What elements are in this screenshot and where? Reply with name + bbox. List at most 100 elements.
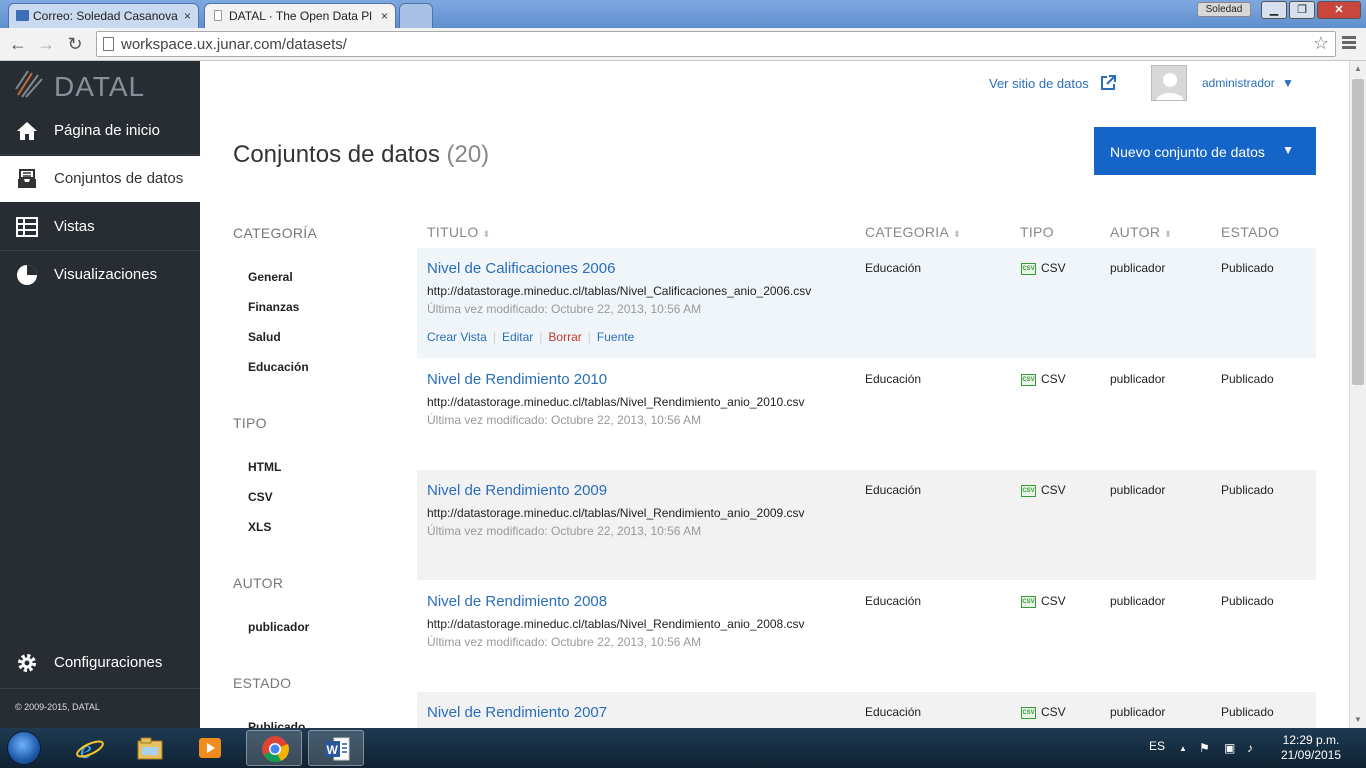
column-header-category[interactable]: CATEGORIA ⬍ <box>865 224 961 240</box>
scroll-thumb[interactable] <box>1352 79 1364 385</box>
new-tab-button[interactable] <box>399 3 433 28</box>
dataset-author: publicador <box>1110 372 1166 386</box>
filter-status-publicado[interactable]: Publicado <box>248 720 305 728</box>
logo-mark-icon <box>15 70 43 98</box>
dataset-title-link[interactable]: Nivel de Calificaciones 2006 <box>427 260 615 277</box>
start-button[interactable] <box>7 731 41 765</box>
filter-title-status: ESTADO <box>233 675 292 691</box>
dataset-type: CSV CSV <box>1021 372 1066 386</box>
dataset-type-label: CSV <box>1041 483 1066 497</box>
dataset-category: Educación <box>865 705 922 719</box>
table-icon <box>16 217 38 237</box>
taskbar-ie[interactable]: e <box>62 730 118 766</box>
browser-tab-mail[interactable]: Correo: Soledad Casanova × <box>8 3 199 28</box>
sidebar-item-label: Configuraciones <box>54 654 163 671</box>
new-dataset-button[interactable]: Nuevo conjunto de datos ▼ <box>1094 127 1316 175</box>
divider <box>0 688 200 689</box>
taskbar-explorer[interactable] <box>122 730 178 766</box>
chrome-icon <box>262 736 289 763</box>
address-bar[interactable]: workspace.ux.junar.com/datasets/ ☆ <box>96 31 1336 57</box>
page-scrollbar[interactable]: ▲ ▼ <box>1349 61 1366 728</box>
column-header-title[interactable]: TITULO ⬍ <box>427 224 490 240</box>
tab-title: DATAL · The Open Data Pl <box>229 9 372 23</box>
clock-date: 21/09/2015 <box>1280 748 1342 762</box>
sidebar-item-label: Visualizaciones <box>54 266 158 283</box>
filter-type-xls[interactable]: XLS <box>248 520 271 534</box>
sidebar-item-home[interactable]: Página de inicio <box>0 108 200 154</box>
source-link[interactable]: Fuente <box>597 330 634 344</box>
user-menu[interactable]: administrador <box>1202 76 1275 90</box>
dataset-title-link[interactable]: Nivel de Rendimiento 2010 <box>427 371 607 388</box>
pie-chart-icon <box>17 265 37 285</box>
back-arrow-icon[interactable]: ← <box>6 32 30 56</box>
logo-text: DATAL <box>54 71 146 102</box>
filter-category-salud[interactable]: Salud <box>248 330 281 344</box>
forward-arrow-icon[interactable]: → <box>34 32 58 56</box>
chevron-down-icon[interactable]: ▼ <box>1282 76 1294 90</box>
home-icon <box>17 122 37 140</box>
view-site-link[interactable]: Ver sitio de datos <box>989 76 1089 91</box>
table-row[interactable]: Nivel de Rendimiento 2007 Educación CSV C… <box>417 692 1316 728</box>
browser-user-chip[interactable]: Soledad <box>1197 2 1251 17</box>
filter-type-html[interactable]: HTML <box>248 460 281 474</box>
close-tab-icon[interactable]: × <box>184 9 191 23</box>
scroll-up-icon[interactable]: ▲ <box>1350 61 1366 77</box>
table-row[interactable]: Nivel de Rendimiento 2010 http://datasto… <box>417 359 1316 469</box>
edit-link[interactable]: Editar <box>502 330 533 344</box>
scroll-down-icon[interactable]: ▼ <box>1350 712 1366 728</box>
dataset-status: Publicado <box>1221 261 1274 275</box>
filter-title-author: AUTOR <box>233 575 284 591</box>
taskbar-chrome[interactable] <box>246 730 302 766</box>
page-title-text: Conjuntos de datos <box>233 141 440 168</box>
maximize-button[interactable]: ❐ <box>1289 1 1315 19</box>
close-window-button[interactable]: ✕ <box>1317 1 1361 19</box>
network-icon[interactable]: ▣ <box>1224 741 1235 755</box>
filter-category-educacion[interactable]: Educación <box>248 360 309 374</box>
browser-menu-icon[interactable] <box>1342 34 1356 51</box>
avatar[interactable] <box>1151 65 1187 101</box>
browser-tab-datal[interactable]: DATAL · The Open Data Pl × <box>204 3 396 28</box>
separator: | <box>539 330 543 344</box>
table-row[interactable]: Nivel de Rendimiento 2009 http://datasto… <box>417 470 1316 580</box>
bookmark-star-icon[interactable]: ☆ <box>1313 33 1329 54</box>
dataset-status: Publicado <box>1221 483 1274 497</box>
filter-type-csv[interactable]: CSV <box>248 490 273 504</box>
language-indicator[interactable]: ES <box>1149 739 1165 753</box>
filter-category-finanzas[interactable]: Finanzas <box>248 300 299 314</box>
close-tab-icon[interactable]: × <box>381 9 388 23</box>
action-center-flag-icon[interactable]: ⚑ <box>1199 741 1210 755</box>
row-actions: Crear Vista | Editar | Borrar | Fuente <box>427 330 634 344</box>
volume-icon[interactable]: ♪ <box>1247 741 1253 755</box>
system-clock[interactable]: 12:29 p.m. 21/09/2015 <box>1276 733 1346 763</box>
filter-category-general[interactable]: General <box>248 270 293 284</box>
reload-icon[interactable]: ↻ <box>63 32 87 56</box>
inbox-icon <box>18 169 36 188</box>
dataset-type: CSV CSV <box>1021 261 1066 275</box>
external-link-icon[interactable] <box>1100 75 1116 91</box>
csv-file-icon: CSV <box>1021 484 1036 497</box>
sidebar-item-visualizations[interactable]: Visualizaciones <box>0 252 200 298</box>
tab-title: Correo: Soledad Casanova <box>33 9 178 23</box>
chevron-down-icon: ▼ <box>1282 143 1294 157</box>
sidebar-item-views[interactable]: Vistas <box>0 204 200 250</box>
dataset-type-label: CSV <box>1041 594 1066 608</box>
delete-link[interactable]: Borrar <box>548 330 581 344</box>
table-row[interactable]: Nivel de Rendimiento 2008 http://datasto… <box>417 581 1316 691</box>
taskbar-word[interactable]: W <box>308 730 364 766</box>
create-view-link[interactable]: Crear Vista <box>427 330 487 344</box>
sidebar-item-settings[interactable]: Configuraciones <box>0 640 200 686</box>
dataset-modified: Última vez modificado: Octubre 22, 2013,… <box>427 413 702 427</box>
column-header-author[interactable]: AUTOR ⬍ <box>1110 224 1172 240</box>
dataset-modified: Última vez modificado: Octubre 22, 2013,… <box>427 302 702 316</box>
minimize-button[interactable]: ▁ <box>1261 1 1287 19</box>
sidebar-item-datasets[interactable]: Conjuntos de datos <box>0 156 200 202</box>
filter-author-publicador[interactable]: publicador <box>248 620 309 634</box>
show-hidden-icons-icon[interactable]: ▲ <box>1179 744 1187 753</box>
sort-icon: ⬍ <box>482 229 491 239</box>
dataset-title-link[interactable]: Nivel de Rendimiento 2009 <box>427 482 607 499</box>
dataset-title-link[interactable]: Nivel de Rendimiento 2008 <box>427 593 607 610</box>
table-row[interactable]: Nivel de Calificaciones 2006 http://data… <box>417 248 1316 358</box>
browser-tabstrip: Correo: Soledad Casanova × DATAL · The O… <box>0 0 1366 28</box>
dataset-title-link[interactable]: Nivel de Rendimiento 2007 <box>427 704 607 721</box>
taskbar-media-player[interactable] <box>182 730 238 766</box>
